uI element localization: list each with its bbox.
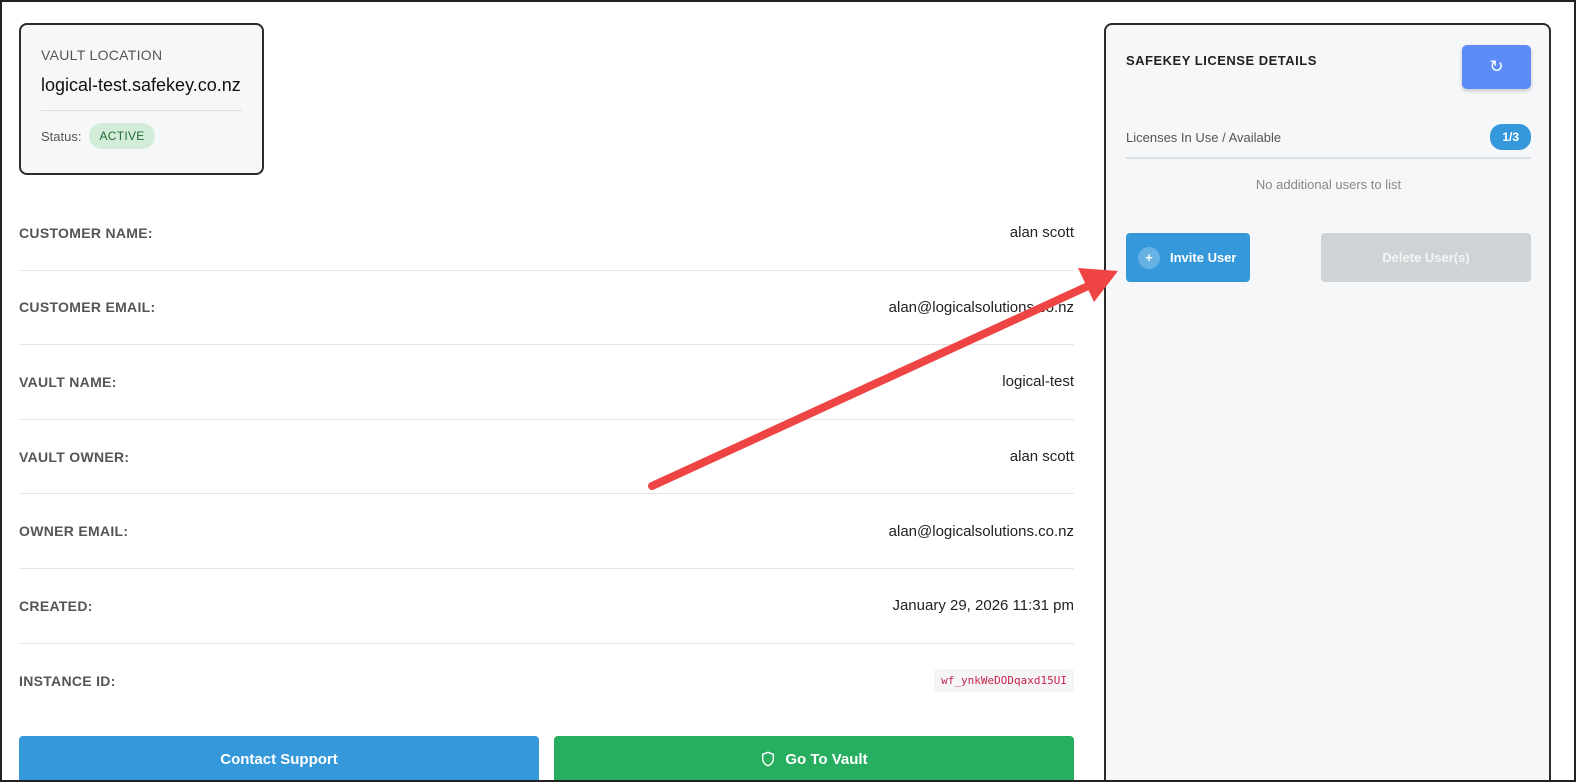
detail-value: alan scott [1009, 224, 1074, 242]
invite-user-button[interactable]: + Invite User [1126, 233, 1250, 282]
detail-row-customer-name: CUSTOMER NAME: alan scott [19, 196, 1074, 271]
vault-location-card: VAULT LOCATION logical-test.safekey.co.n… [19, 23, 264, 175]
detail-label: VAULT OWNER: [19, 448, 130, 465]
vault-location-label: VAULT LOCATION [41, 47, 163, 63]
detail-label: CUSTOMER EMAIL: [19, 299, 156, 316]
detail-value: January 29, 2026 11:31 pm [892, 597, 1074, 615]
license-details-panel: SAFEKEY LICENSE DETAILS ↻ Licenses In Us… [1104, 23, 1551, 782]
empty-users-message: No additional users to list [1255, 177, 1402, 192]
detail-value: logical-test [1002, 373, 1074, 391]
detail-row-vault-name: VAULT NAME: logical-test [19, 345, 1074, 420]
go-to-vault-button[interactable]: Go To Vault [554, 736, 1074, 782]
detail-label: CUSTOMER NAME: [19, 224, 153, 241]
plus-icon: + [1138, 246, 1160, 269]
vault-details-list: CUSTOMER NAME: alan scott CUSTOMER EMAIL… [19, 196, 1074, 718]
detail-label: VAULT NAME: [19, 373, 117, 390]
detail-row-customer-email: CUSTOMER EMAIL: alan@logicalsolutions.co… [19, 271, 1074, 346]
status-badge: ACTIVE [89, 123, 155, 149]
refresh-icon: ↻ [1489, 57, 1504, 76]
detail-row-created: CREATED: January 29, 2026 11:31 pm [19, 569, 1074, 644]
contact-support-label: Contact Support [220, 750, 338, 768]
delete-users-label: Delete User(s) [1382, 250, 1470, 265]
detail-value: alan@logicalsolutions.co.nz [888, 522, 1074, 540]
detail-row-vault-owner: VAULT OWNER: alan scott [19, 420, 1074, 495]
refresh-button[interactable]: ↻ [1462, 45, 1531, 89]
shield-icon [762, 751, 775, 767]
detail-label: OWNER EMAIL: [19, 523, 129, 540]
detail-value: alan scott [1009, 448, 1074, 466]
detail-row-instance-id: INSTANCE ID: wf_ynkWeDODqaxd15UI [19, 644, 1074, 719]
go-to-vault-label: Go To Vault [785, 750, 868, 768]
licenses-label: Licenses In Use / Available [1126, 129, 1282, 145]
instance-id-code: wf_ynkWeDODqaxd15UI [934, 669, 1074, 693]
detail-label: INSTANCE ID: [19, 672, 116, 689]
invite-user-label: Invite User [1170, 250, 1237, 265]
detail-value: alan@logicalsolutions.co.nz [888, 298, 1074, 316]
status-label: Status: [41, 128, 82, 144]
detail-label: CREATED: [19, 597, 93, 614]
status-row: Status: ACTIVE [41, 123, 242, 149]
licenses-count-badge: 1/3 [1490, 124, 1531, 150]
vault-location-value: logical-test.safekey.co.nz [41, 75, 241, 95]
detail-row-owner-email: OWNER EMAIL: alan@logicalsolutions.co.nz [19, 494, 1074, 569]
panel-title: SAFEKEY LICENSE DETAILS [1126, 53, 1317, 68]
contact-support-button[interactable]: Contact Support [19, 736, 539, 782]
divider [41, 110, 242, 111]
delete-users-button[interactable]: Delete User(s) [1321, 233, 1531, 282]
licenses-row: Licenses In Use / Available 1/3 [1126, 121, 1531, 159]
